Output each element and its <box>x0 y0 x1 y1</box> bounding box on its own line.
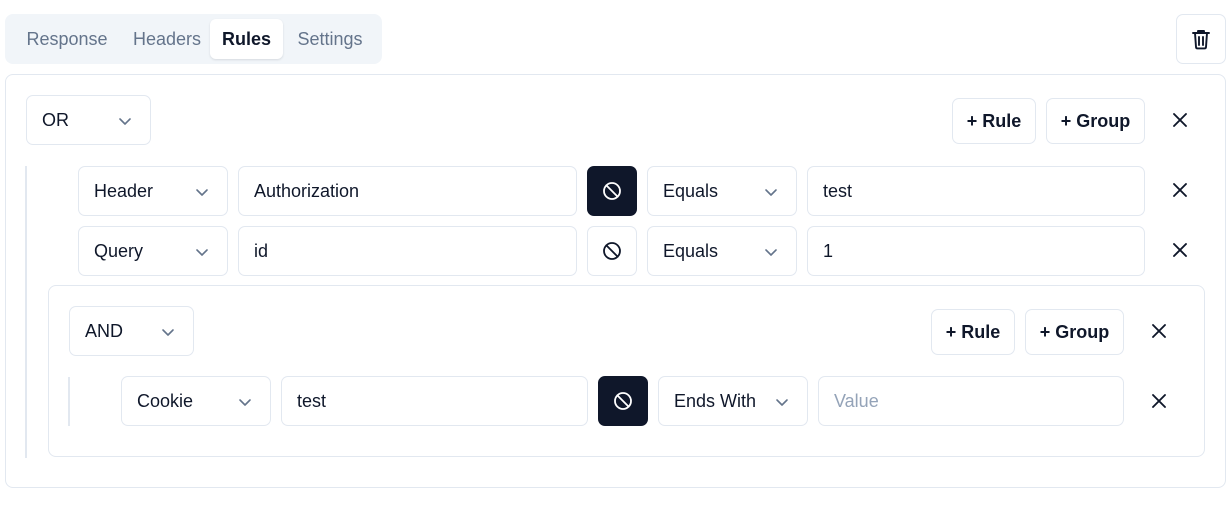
nested-add-rule-button[interactable]: + Rule <box>931 309 1015 355</box>
nested-rule-1-value-placeholder: Value <box>834 390 879 411</box>
nested-rule-1-key-value: test <box>297 390 327 411</box>
root-add-group-button[interactable]: + Group <box>1046 98 1145 144</box>
nested-rule-1-condition-select[interactable]: Ends With <box>658 376 808 426</box>
chevron-down-icon <box>765 249 777 256</box>
rule-1-value-input[interactable]: test <box>807 166 1145 216</box>
nested-add-group-button[interactable]: + Group <box>1025 309 1124 355</box>
nested-rule-1-negate-toggle[interactable] <box>598 376 648 426</box>
rule-2-condition-value: Equals <box>663 240 719 261</box>
root-add-rule-button[interactable]: + Rule <box>952 98 1036 144</box>
rule-2-source-value: Query <box>94 240 144 261</box>
close-icon <box>1152 324 1166 338</box>
root-operator-select[interactable]: OR <box>26 95 151 145</box>
ban-icon <box>603 242 621 260</box>
rule-1-source-select[interactable]: Header <box>78 166 228 216</box>
nested-operator-select[interactable]: AND <box>69 306 194 356</box>
nested-rule-1-value-input[interactable]: Value <box>818 376 1124 426</box>
trash-icon <box>1192 30 1210 50</box>
rule-2-value-input[interactable]: 1 <box>807 226 1145 276</box>
rule-2-key-input[interactable]: id <box>238 226 577 276</box>
root-group-indent-line <box>25 166 27 458</box>
rule-1-key-input[interactable]: Authorization <box>238 166 577 216</box>
tab-response[interactable]: Response <box>10 19 124 59</box>
remove-nested-rule-1-button[interactable] <box>1147 389 1171 413</box>
rule-2-key-value: id <box>254 240 269 261</box>
close-icon <box>1173 183 1187 197</box>
remove-rule-1-button[interactable] <box>1168 178 1192 202</box>
chevron-down-icon <box>765 189 777 196</box>
rule-1-source-value: Header <box>94 180 154 201</box>
remove-root-group-button[interactable] <box>1168 108 1192 132</box>
rule-2-source-select[interactable]: Query <box>78 226 228 276</box>
ban-icon <box>603 182 621 200</box>
rule-1-condition-value: Equals <box>663 180 719 201</box>
rule-2-condition-select[interactable]: Equals <box>647 226 797 276</box>
chevron-down-icon <box>239 399 251 406</box>
remove-nested-group-button[interactable] <box>1147 319 1171 343</box>
rule-1-value: test <box>823 180 853 201</box>
close-icon <box>1152 394 1166 408</box>
rule-2-value: 1 <box>823 240 834 261</box>
nested-rule-1-condition-value: Ends With <box>674 390 757 411</box>
nested-operator-value: AND <box>85 320 124 341</box>
nested-rule-1-key-input[interactable]: test <box>281 376 588 426</box>
chevron-down-icon <box>776 399 788 406</box>
nested-group-indent-line <box>68 377 70 426</box>
rule-2-negate-toggle[interactable] <box>587 226 637 276</box>
close-icon <box>1173 243 1187 257</box>
nested-rule-1-source-value: Cookie <box>137 390 194 411</box>
tab-rules[interactable]: Rules <box>210 19 283 59</box>
rule-1-condition-select[interactable]: Equals <box>647 166 797 216</box>
ban-icon <box>614 392 632 410</box>
delete-button[interactable] <box>1176 14 1226 64</box>
nested-rule-1-source-select[interactable]: Cookie <box>121 376 271 426</box>
close-icon <box>1173 113 1187 127</box>
chevron-down-icon <box>162 329 174 336</box>
chevron-down-icon <box>196 249 208 256</box>
chevron-down-icon <box>119 118 131 125</box>
tab-bar: Response Headers Rules Settings <box>5 14 382 64</box>
rule-1-negate-toggle[interactable] <box>587 166 637 216</box>
root-operator-value: OR <box>42 109 69 130</box>
tab-headers[interactable]: Headers <box>124 19 210 59</box>
chevron-down-icon <box>196 189 208 196</box>
tab-settings[interactable]: Settings <box>283 19 377 59</box>
remove-rule-2-button[interactable] <box>1168 238 1192 262</box>
rule-1-key-value: Authorization <box>254 180 360 201</box>
